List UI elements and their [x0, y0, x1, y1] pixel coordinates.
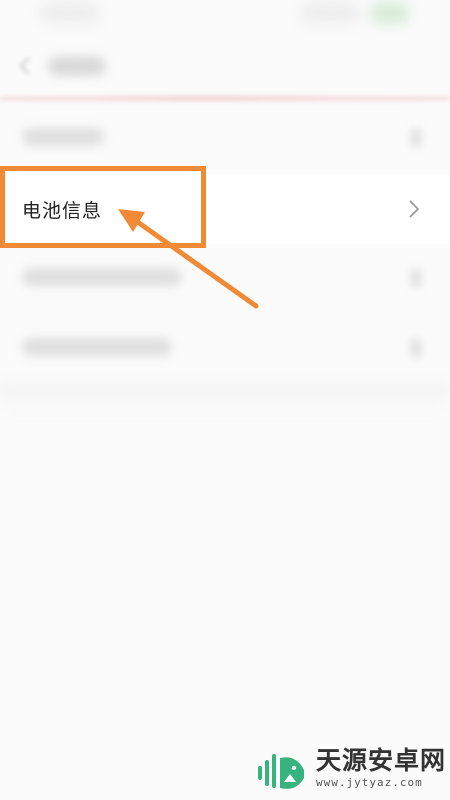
settings-list: 电池信息 [0, 104, 450, 384]
list-item-battery-info[interactable]: 电池信息 [0, 174, 450, 244]
page-title [48, 56, 106, 76]
back-arrow-icon[interactable] [14, 54, 38, 78]
watermark-url: www.jytyaz.com [316, 776, 423, 789]
chevron-right-icon [410, 338, 422, 358]
status-bar [0, 0, 450, 40]
watermark-name: 天源安卓网 [316, 746, 447, 775]
header-divider [0, 96, 450, 101]
list-item-label [22, 338, 172, 356]
list-item[interactable] [0, 244, 450, 314]
status-icons-blur [300, 2, 360, 24]
chevron-right-icon [408, 198, 420, 220]
list-shadow [0, 382, 450, 412]
watermark: 天源安卓网 www.jytyaz.com [256, 746, 446, 796]
header [0, 40, 450, 92]
list-item[interactable] [0, 104, 450, 174]
list-item[interactable] [0, 314, 450, 384]
list-item-label [22, 128, 104, 146]
battery-icon [370, 2, 410, 24]
chevron-right-icon [410, 128, 422, 148]
android-logo-icon [256, 748, 308, 794]
status-left-blur [40, 2, 100, 24]
list-item-label [22, 268, 182, 286]
list-item-label: 电池信息 [22, 200, 103, 222]
chevron-right-icon [410, 268, 422, 288]
